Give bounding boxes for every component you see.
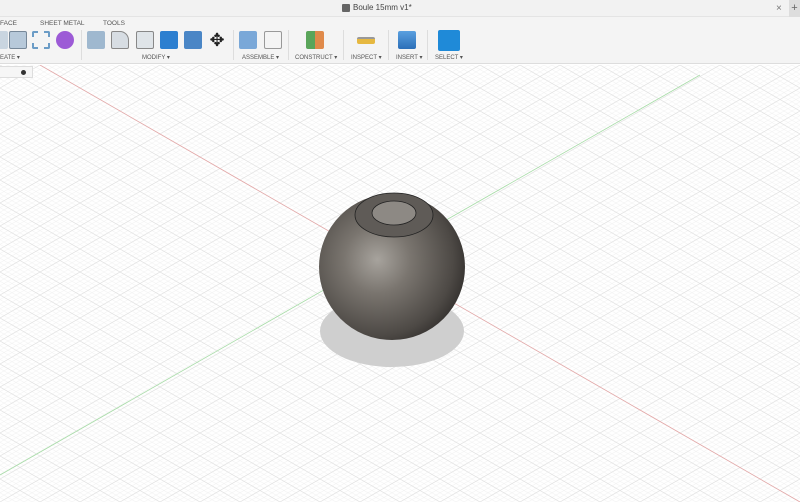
bore-hole — [371, 200, 417, 226]
revolve-icon[interactable] — [9, 31, 27, 49]
document-tab[interactable]: Boule 15mm v1* — [342, 3, 412, 12]
new-component-icon[interactable] — [239, 31, 257, 49]
create-tool-icon[interactable] — [0, 31, 8, 49]
move-icon[interactable]: ✥ — [208, 31, 226, 49]
toolbar: FACE SHEET METAL TOOLS ✥ EATE ▾ MODIFY ▾… — [0, 17, 800, 64]
insert-image-icon[interactable] — [398, 31, 416, 49]
tab-tools[interactable]: TOOLS — [103, 20, 125, 27]
tab-sheet-metal[interactable]: SHEET METAL — [40, 20, 85, 27]
tab-surface[interactable]: FACE — [0, 20, 17, 27]
split-body-icon[interactable] — [184, 31, 202, 49]
divider — [233, 30, 234, 60]
combine-icon[interactable] — [160, 31, 178, 49]
form-icon[interactable] — [56, 31, 74, 49]
divider — [427, 30, 428, 60]
sketch-icon[interactable] — [32, 31, 50, 49]
inspect-menu[interactable]: INSPECT ▾ — [351, 54, 382, 61]
measure-icon[interactable] — [357, 37, 375, 44]
shell-icon[interactable] — [136, 31, 154, 49]
document-icon — [342, 3, 350, 12]
joint-icon[interactable] — [264, 31, 282, 49]
divider — [343, 30, 344, 60]
new-tab-button[interactable]: + — [789, 0, 800, 17]
select-menu[interactable]: SELECT ▾ — [435, 54, 463, 61]
divider — [81, 30, 82, 60]
browser-panel-toggle[interactable] — [0, 66, 33, 78]
divider — [288, 30, 289, 60]
construct-menu[interactable]: CONSTRUCT ▾ — [295, 54, 337, 61]
document-tab-bar: Boule 15mm v1* × + — [0, 0, 800, 17]
divider — [388, 30, 389, 60]
fillet-icon[interactable] — [111, 31, 129, 49]
modify-menu[interactable]: MODIFY ▾ — [142, 54, 170, 61]
construct-plane-icon[interactable] — [306, 31, 324, 49]
grid-and-model — [0, 65, 800, 502]
close-tab-button[interactable]: × — [776, 3, 782, 14]
create-menu[interactable]: EATE ▾ — [0, 54, 20, 61]
select-icon[interactable] — [438, 30, 460, 51]
insert-menu[interactable]: INSERT ▾ — [396, 54, 422, 61]
visibility-dot-icon[interactable] — [21, 70, 26, 75]
press-pull-icon[interactable] — [87, 31, 105, 49]
3d-viewport[interactable] — [0, 65, 800, 502]
assemble-menu[interactable]: ASSEMBLE ▾ — [242, 54, 279, 61]
